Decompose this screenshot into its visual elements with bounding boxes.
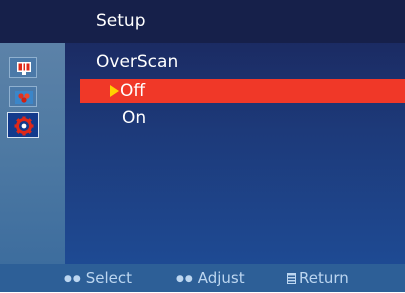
sidebar-item-setup[interactable] xyxy=(7,112,39,138)
picture-icon xyxy=(17,62,31,75)
color-icon xyxy=(15,91,33,104)
select-hint: ●● Select xyxy=(64,264,132,293)
sidebar xyxy=(0,43,65,264)
sidebar-item-color[interactable] xyxy=(9,86,37,107)
left-right-arrows-icon: ●● xyxy=(176,273,194,284)
adjust-hint: ●● Adjust xyxy=(176,264,245,293)
option-off-label: Off xyxy=(120,81,146,101)
settings-panel xyxy=(65,43,405,264)
option-on[interactable]: On xyxy=(80,106,405,130)
setup-gear-icon xyxy=(14,116,34,136)
selection-arrow-icon xyxy=(110,85,119,97)
up-down-arrows-icon: ●● xyxy=(64,273,82,284)
return-hint: Return xyxy=(287,264,349,292)
adjust-hint-label: Adjust xyxy=(197,269,245,287)
header-bar: Setup xyxy=(0,0,405,43)
select-hint-label: Select xyxy=(85,269,132,287)
overscan-label: OverScan xyxy=(96,52,179,72)
footer-hints: ●● Select ●● Adjust Return xyxy=(0,264,405,292)
sidebar-item-picture[interactable] xyxy=(9,57,37,78)
option-on-label: On xyxy=(122,108,147,128)
option-off[interactable]: Off xyxy=(80,79,405,103)
osd-menu: Setup OverScan Off On ●● Select ●● Adjus… xyxy=(0,0,405,292)
return-hint-label: Return xyxy=(299,269,349,287)
page-title: Setup xyxy=(96,11,146,31)
menu-key-icon xyxy=(287,273,296,284)
